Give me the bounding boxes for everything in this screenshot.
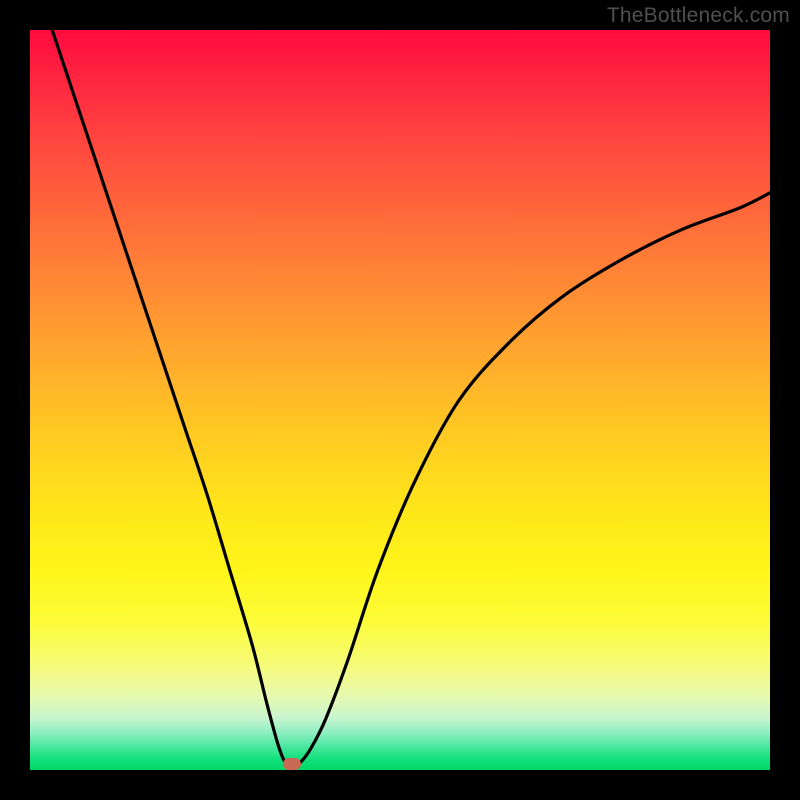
watermark-text: TheBottleneck.com [607,4,790,28]
optimal-marker [283,758,301,770]
bottleneck-curve [30,30,770,770]
plot-area [30,30,770,770]
